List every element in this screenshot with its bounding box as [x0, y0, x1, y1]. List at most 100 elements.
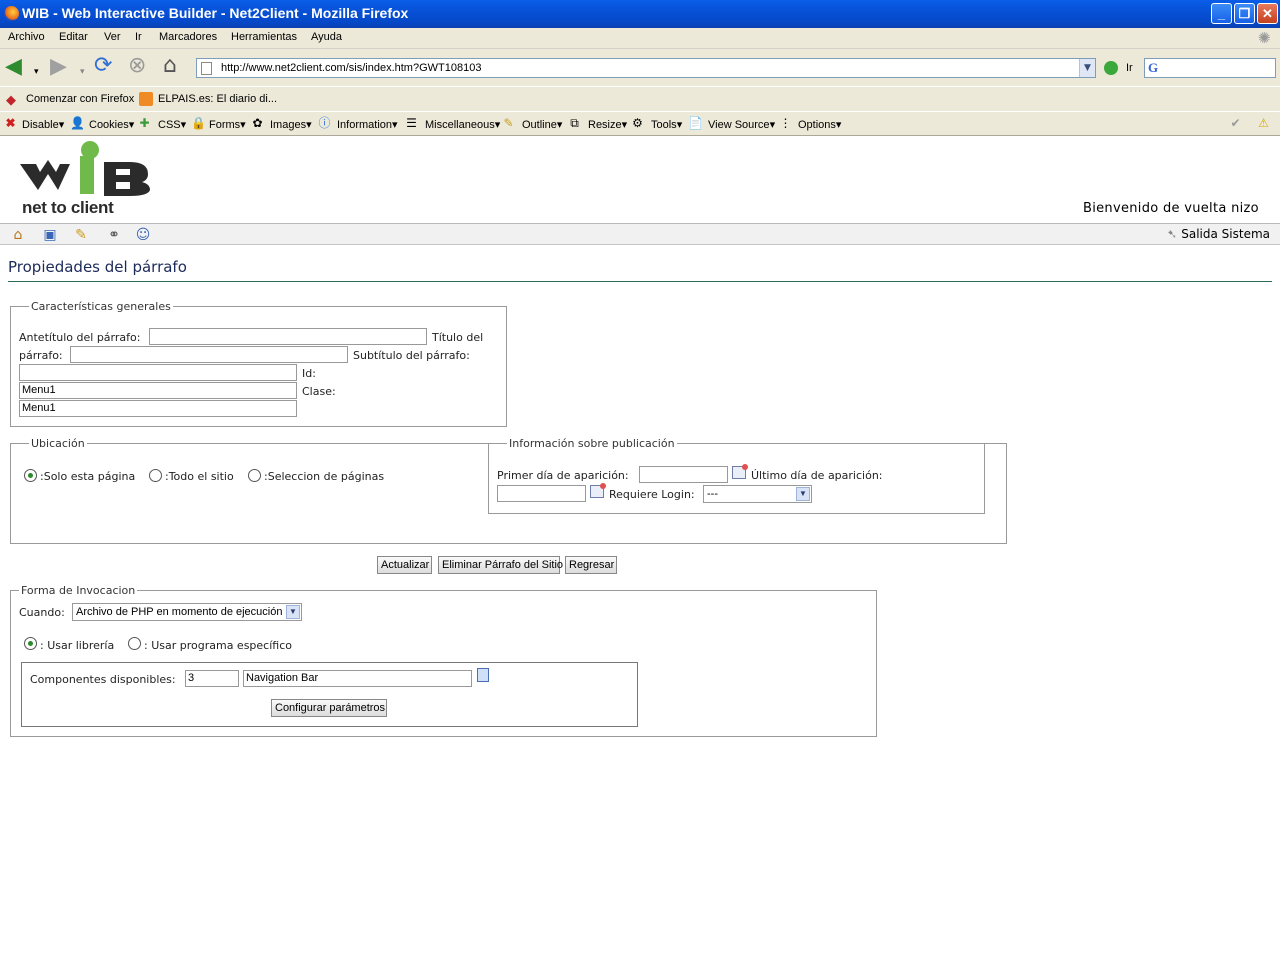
menu-ver[interactable]: Ver	[104, 31, 121, 43]
configurar-parametros-button[interactable]: Configurar parámetros	[271, 699, 387, 717]
actualizar-button[interactable]: Actualizar	[377, 556, 432, 574]
radio-seleccion-paginas[interactable]	[248, 469, 261, 482]
search-input[interactable]: G	[1144, 58, 1276, 78]
menu-archivo[interactable]: Archivo	[8, 31, 45, 43]
bookmark-comenzar[interactable]: Comenzar con Firefox	[26, 93, 134, 105]
componente-id-input[interactable]: 3	[185, 670, 239, 687]
calendar-ultimo-dia-icon[interactable]	[590, 483, 606, 498]
minimize-button[interactable]: _	[1211, 3, 1232, 24]
radio-usar-programa[interactable]	[128, 637, 141, 650]
menu-editar[interactable]: Editar	[59, 31, 88, 43]
devbar-outline[interactable]: Outline▾	[522, 118, 562, 131]
edit-app-icon[interactable]: ✎	[73, 227, 89, 243]
close-button[interactable]: ✕	[1257, 3, 1278, 24]
url-dropdown-icon[interactable]: ▼	[1079, 59, 1095, 77]
devbar-forms-label: Forms	[209, 119, 241, 131]
menu-ayuda[interactable]: Ayuda	[311, 31, 342, 43]
menu-herramientas[interactable]: Herramientas	[231, 31, 297, 43]
antetitulo-input[interactable]	[149, 328, 427, 345]
radio-usar-programa-label: : Usar programa específico	[144, 639, 292, 652]
folder-app-icon[interactable]: ▣	[42, 227, 58, 243]
requiere-login-select[interactable]: --- ▼	[703, 485, 812, 503]
clase-input[interactable]: Menu1	[19, 400, 297, 417]
radio-usar-libreria[interactable]	[24, 637, 37, 650]
page-title: Propiedades del párrafo	[8, 258, 187, 276]
devbar-miscellaneous[interactable]: Miscellaneous▾	[425, 118, 500, 131]
resize-icon: ⧉	[570, 116, 579, 130]
back-dropdown-icon[interactable]: ▾	[34, 61, 39, 83]
eliminar-parrafo-button[interactable]: Eliminar Párrafo del Sitio	[438, 556, 563, 574]
welcome-message: Bienvenido de vuelta nizo	[1083, 201, 1259, 216]
devbar-images-label: Images	[270, 119, 307, 131]
id-input[interactable]: Menu1	[19, 382, 297, 399]
bookmarks-toolbar: ◆ Comenzar con Firefox ELPAIS.es: El dia…	[0, 86, 1280, 111]
chevron-down-icon: ▼	[796, 487, 810, 501]
disable-icon: ✖	[5, 116, 16, 130]
general-legend: Características generales	[31, 300, 171, 313]
logout-link[interactable]: ➷ Salida Sistema	[1167, 227, 1270, 241]
forward-dropdown-icon[interactable]: ▾	[80, 61, 85, 83]
glasses-app-icon[interactable]: ⚭	[102, 227, 126, 243]
bookmark-elpais[interactable]: ELPAIS.es: El diario di...	[158, 93, 277, 105]
logout-icon: ➷	[1167, 227, 1178, 241]
devbar-tools[interactable]: Tools▾	[651, 118, 682, 131]
devbar-forms[interactable]: Forms▾	[209, 118, 246, 131]
reload-icon[interactable]: ⟳	[94, 55, 112, 77]
devbar-outline-label: Outline	[522, 119, 557, 131]
invocacion-legend: Forma de Invocacion	[21, 584, 136, 597]
stop-icon[interactable]: ⊗	[128, 55, 146, 77]
app-toolbar: ⌂ ▣ ✎ ⚭ ☺ ➷ Salida Sistema	[0, 223, 1280, 245]
radio-todo-sitio[interactable]	[149, 469, 162, 482]
go-icon[interactable]	[1104, 61, 1118, 75]
subtitulo-label: Subtítulo del párrafo:	[353, 349, 470, 362]
validation-ok-icon[interactable]: ✔	[1229, 117, 1242, 130]
url-bar[interactable]: http://www.net2client.com/sis/index.htm?…	[196, 58, 1096, 78]
titulo-input[interactable]	[70, 346, 348, 363]
cuando-select[interactable]: Archivo de PHP en momento de ejecución ▼	[72, 603, 302, 621]
users-app-icon[interactable]: ☺	[135, 227, 151, 243]
view-source-icon: 📄	[688, 116, 703, 130]
calendar-primer-dia-icon[interactable]	[732, 464, 748, 479]
css-icon: ✚	[139, 116, 150, 130]
devbar-view-source[interactable]: View Source▾	[708, 118, 775, 131]
menu-marcadores[interactable]: Marcadores	[159, 31, 217, 43]
ultimo-dia-input[interactable]	[497, 485, 586, 502]
menu-ir[interactable]: Ir	[135, 31, 142, 43]
componente-name-input[interactable]: Navigation Bar	[243, 670, 472, 687]
forward-icon[interactable]: ▶	[50, 56, 67, 78]
subtitulo-input[interactable]	[19, 364, 297, 381]
componentes-label: Componentes disponibles:	[30, 673, 176, 686]
requiere-login-label: Requiere Login:	[609, 488, 695, 501]
devbar-view-source-label: View Source	[708, 119, 770, 131]
go-button-label[interactable]: Ir	[1126, 62, 1133, 74]
component-list-icon[interactable]	[477, 668, 489, 682]
primer-dia-input[interactable]	[639, 466, 728, 483]
maximize-button[interactable]: ❐	[1234, 3, 1255, 24]
page-icon	[201, 62, 212, 75]
devbar-disable[interactable]: Disable▾	[22, 118, 64, 131]
devbar-images[interactable]: Images▾	[270, 118, 312, 131]
tools-icon: ⚙	[632, 116, 643, 130]
devbar-css[interactable]: CSS▾	[158, 118, 186, 131]
devbar-resize[interactable]: Resize▾	[588, 118, 627, 131]
devbar-options[interactable]: Options▾	[798, 118, 841, 131]
back-icon[interactable]: ◀	[5, 56, 22, 78]
chevron-down-icon: ▼	[286, 605, 300, 619]
home-icon[interactable]: ⌂	[163, 55, 177, 77]
radio-solo-pagina[interactable]	[24, 469, 37, 482]
devbar-information[interactable]: Information▾	[337, 118, 398, 131]
regresar-button[interactable]: Regresar	[565, 556, 617, 574]
devbar-cookies[interactable]: Cookies▾	[89, 118, 134, 131]
home-app-icon[interactable]: ⌂	[10, 227, 26, 243]
images-icon: ✿	[252, 116, 263, 130]
devbar-cookies-label: Cookies	[89, 119, 129, 131]
warning-icon[interactable]: ⚠	[1257, 117, 1270, 130]
options-icon: ⋮	[779, 116, 792, 130]
titulo-label-cont: párrafo:	[19, 349, 63, 362]
devbar-information-label: Information	[337, 119, 393, 131]
primer-dia-label: Primer día de aparición:	[497, 469, 629, 482]
google-icon: G	[1148, 60, 1159, 75]
titulo-label: Título del	[432, 331, 484, 344]
radio-todo-sitio-label: :Todo el sitio	[165, 470, 234, 483]
miscellaneous-icon: ☰	[406, 116, 417, 130]
